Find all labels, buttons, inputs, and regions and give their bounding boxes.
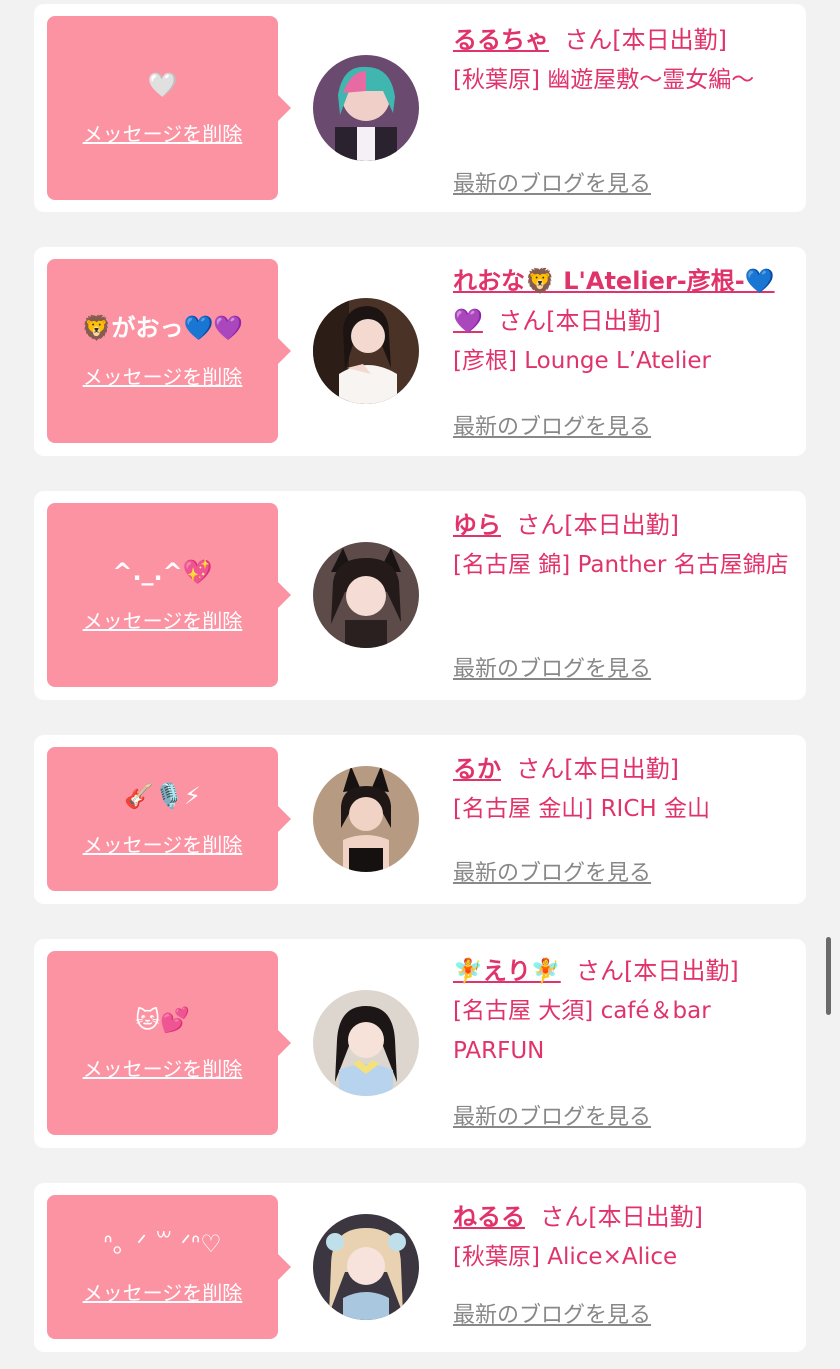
cast-status: さん[本日出勤] bbox=[540, 1203, 703, 1231]
message-bubble: ᐢ。ᐟ ꒳ ᐟᐢ♡ メッセージを削除 bbox=[47, 1195, 291, 1339]
message-bubble: 🐱💕 メッセージを削除 bbox=[47, 951, 291, 1135]
cast-info: れおな🦁 L'Atelier-彦根-💙💜 さん[本日出勤] [彦根] Loung… bbox=[453, 261, 793, 381]
cast-status: さん[本日出勤] bbox=[516, 511, 679, 539]
latest-blog-link[interactable]: 最新のブログを見る bbox=[453, 166, 651, 198]
message-card: ^._.^💖 メッセージを削除 ゆら さん[本日出勤] [名古屋 錦] Pant… bbox=[34, 491, 806, 700]
delete-message-link[interactable]: メッセージを削除 bbox=[83, 1053, 243, 1082]
delete-message-link[interactable]: メッセージを削除 bbox=[83, 361, 243, 390]
cast-name-link[interactable]: るか bbox=[453, 755, 501, 783]
shop-name: [彦根] Lounge L’Atelier bbox=[453, 348, 711, 374]
message-text: 🎸🎙️⚡ bbox=[124, 781, 201, 810]
cast-info: るか さん[本日出勤] [名古屋 金山] RICH 金山 bbox=[453, 749, 793, 829]
cast-status: さん[本日出勤] bbox=[516, 755, 679, 783]
delete-message-link[interactable]: メッセージを削除 bbox=[83, 829, 243, 858]
message-bubble: ^._.^💖 メッセージを削除 bbox=[47, 503, 291, 687]
message-card: ᐢ。ᐟ ꒳ ᐟᐢ♡ メッセージを削除 ねるる さん[本日出勤] [秋葉原] Al… bbox=[34, 1183, 806, 1352]
message-card: 🎸🎙️⚡ メッセージを削除 るか さん[本日出勤] [名古屋 金山] RICH … bbox=[34, 735, 806, 904]
latest-blog-link[interactable]: 最新のブログを見る bbox=[453, 855, 651, 887]
shop-name: [名古屋 金山] RICH 金山 bbox=[453, 796, 710, 822]
cast-info: ゆら さん[本日出勤] [名古屋 錦] Panther 名古屋錦店 bbox=[453, 505, 793, 585]
message-card: 🤍 メッセージを削除 るるちゃ さん[本日出勤] [秋葉原] 幽遊屋敷〜霊女編〜… bbox=[34, 4, 806, 212]
cast-status: さん[本日出勤] bbox=[576, 957, 739, 985]
cast-info: ねるる さん[本日出勤] [秋葉原] Alice×Alice bbox=[453, 1197, 793, 1277]
cast-status: さん[本日出勤] bbox=[498, 307, 661, 335]
latest-blog-link[interactable]: 最新のブログを見る bbox=[453, 651, 651, 683]
shop-name: [名古屋 大須] café＆bar PARFUN bbox=[453, 998, 711, 1064]
shop-name: [名古屋 錦] Panther 名古屋錦店 bbox=[453, 552, 789, 578]
delete-message-link[interactable]: メッセージを削除 bbox=[83, 118, 243, 147]
cast-name-link[interactable]: 🧚えり🧚 bbox=[453, 957, 561, 985]
cast-name-link[interactable]: るるちゃ bbox=[453, 26, 549, 54]
cast-info: るるちゃ さん[本日出勤] [秋葉原] 幽遊屋敷〜霊女編〜 bbox=[453, 20, 793, 100]
delete-message-link[interactable]: メッセージを削除 bbox=[83, 1277, 243, 1306]
message-text: ^._.^💖 bbox=[112, 557, 213, 586]
cast-avatar[interactable] bbox=[313, 1214, 419, 1320]
cast-avatar[interactable] bbox=[313, 990, 419, 1096]
cast-avatar[interactable] bbox=[313, 298, 419, 404]
message-card: 🦁がおっ💙💜 メッセージを削除 れおな🦁 L'Atelier-彦根-💙💜 さん[… bbox=[34, 247, 806, 456]
cast-status: さん[本日出勤] bbox=[564, 26, 727, 54]
cast-name-link[interactable]: ねるる bbox=[453, 1203, 525, 1231]
delete-message-link[interactable]: メッセージを削除 bbox=[83, 605, 243, 634]
latest-blog-link[interactable]: 最新のブログを見る bbox=[453, 1297, 651, 1329]
latest-blog-link[interactable]: 最新のブログを見る bbox=[453, 1099, 651, 1131]
cast-name-link[interactable]: ゆら bbox=[453, 511, 501, 539]
latest-blog-link[interactable]: 最新のブログを見る bbox=[453, 409, 651, 441]
message-bubble: 🦁がおっ💙💜 メッセージを削除 bbox=[47, 259, 291, 443]
message-text: ᐢ。ᐟ ꒳ ᐟᐢ♡ bbox=[103, 1229, 222, 1258]
message-text: 🦁がおっ💙💜 bbox=[81, 313, 244, 342]
shop-name: [秋葉原] Alice×Alice bbox=[453, 1244, 678, 1270]
scrollbar[interactable] bbox=[826, 937, 831, 1015]
message-bubble: 🎸🎙️⚡ メッセージを削除 bbox=[47, 747, 291, 891]
message-text: 🤍 bbox=[147, 70, 178, 99]
cast-avatar[interactable] bbox=[313, 542, 419, 648]
message-list: 🤍 メッセージを削除 るるちゃ さん[本日出勤] [秋葉原] 幽遊屋敷〜霊女編〜… bbox=[0, 0, 840, 1369]
message-text: 🐱💕 bbox=[135, 1005, 190, 1034]
message-card: 🐱💕 メッセージを削除 🧚えり🧚 さん[本日出勤] [名古屋 大須] café＆… bbox=[34, 939, 806, 1148]
cast-avatar[interactable] bbox=[313, 55, 419, 161]
cast-info: 🧚えり🧚 さん[本日出勤] [名古屋 大須] café＆bar PARFUN bbox=[453, 951, 793, 1071]
cast-avatar[interactable] bbox=[313, 766, 419, 872]
message-bubble: 🤍 メッセージを削除 bbox=[47, 16, 291, 200]
shop-name: [秋葉原] 幽遊屋敷〜霊女編〜 bbox=[453, 67, 755, 93]
